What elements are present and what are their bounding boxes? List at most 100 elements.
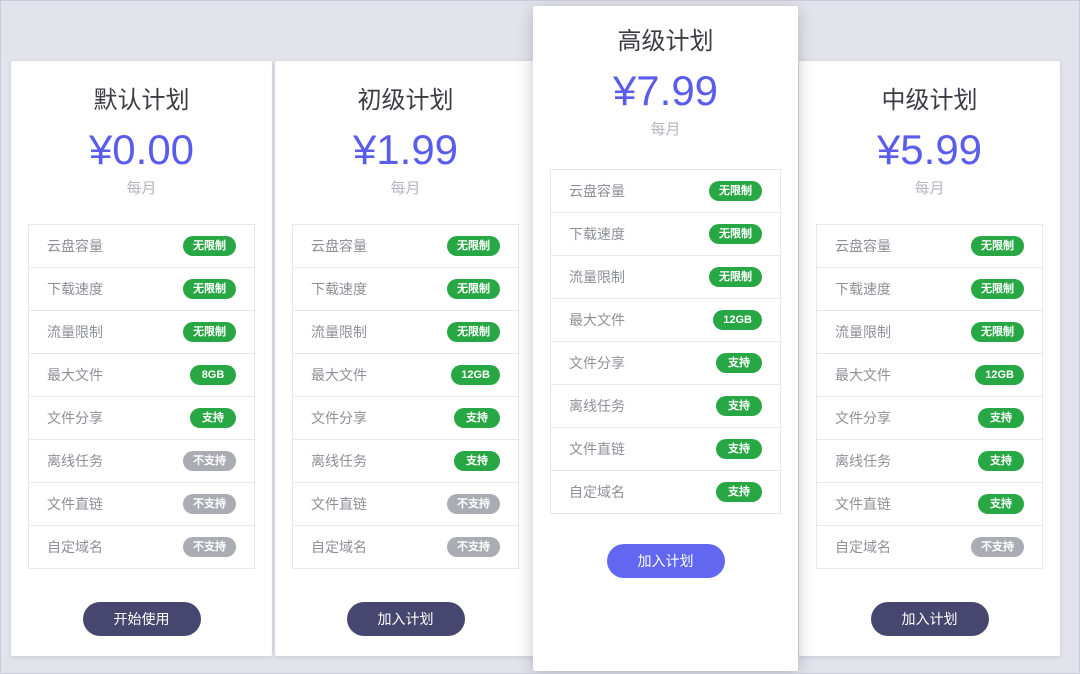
feature-row: 文件直链 支持 [551,427,780,471]
feature-label: 离线任务 [569,397,625,414]
plan-action-area: 加入计划 [275,601,536,636]
feature-badge: 无限制 [183,235,236,257]
feature-label: 文件分享 [835,409,891,426]
feature-badge: 无限制 [447,235,500,257]
feature-row: 最大文件 12GB [817,353,1042,397]
feature-label: 离线任务 [47,452,103,469]
feature-row: 下载速度 无限制 [29,267,254,311]
feature-label: 流量限制 [569,268,625,285]
feature-list: 云盘容量 无限制 下载速度 无限制 流量限制 无限制 最大文件 12GB 文件分… [816,223,1043,569]
feature-label: 下载速度 [569,225,625,242]
feature-badge: 12GB [713,309,762,331]
feature-badge: 8GB [190,364,236,386]
feature-list: 云盘容量 无限制 下载速度 无限制 流量限制 无限制 最大文件 12GB 文件分… [292,223,519,569]
feature-row: 流量限制 无限制 [293,310,518,354]
plan-card-2: 初级计划 ¥1.99 每月 云盘容量 无限制 下载速度 无限制 流量限制 无限制… [275,61,536,656]
plan-title: 高级计划 [617,28,714,55]
feature-badge: 无限制 [971,235,1024,257]
feature-badge: 支持 [454,450,500,472]
feature-row: 云盘容量 无限制 [293,224,518,268]
feature-badge: 支持 [716,395,762,417]
plan-price: ¥7.99 [612,66,719,114]
feature-label: 自定域名 [835,538,891,555]
plan-price: ¥5.99 [876,125,983,173]
feature-row: 下载速度 无限制 [551,212,780,256]
plan-title: 中级计划 [881,87,978,114]
feature-label: 下载速度 [47,280,103,297]
feature-label: 文件分享 [569,354,625,371]
plan-card-1: 默认计划 ¥0.00 每月 云盘容量 无限制 下载速度 无限制 流量限制 无限制… [11,61,272,656]
pricing-plans-page: 默认计划 ¥0.00 每月 云盘容量 无限制 下载速度 无限制 流量限制 无限制… [0,0,1080,674]
feature-label: 文件直链 [47,495,103,512]
feature-row: 流量限制 无限制 [551,255,780,299]
feature-label: 最大文件 [835,366,891,383]
feature-label: 流量限制 [47,323,103,340]
feature-badge: 无限制 [971,278,1024,300]
feature-row: 最大文件 12GB [293,353,518,397]
plan-action-area: 加入计划 [799,601,1060,636]
feature-badge: 支持 [454,407,500,429]
feature-label: 下载速度 [311,280,367,297]
plan-card-3: 高级计划 ¥7.99 每月 云盘容量 无限制 下载速度 无限制 流量限制 无限制… [533,6,798,671]
feature-badge: 无限制 [709,180,762,202]
feature-badge: 12GB [975,364,1024,386]
plan-action-button[interactable]: 加入计划 [346,601,465,636]
plan-action-button[interactable]: 开始使用 [82,601,201,636]
feature-label: 自定域名 [311,538,367,555]
feature-badge: 无限制 [447,278,500,300]
feature-row: 文件分享 支持 [293,396,518,440]
feature-label: 自定域名 [47,538,103,555]
feature-badge: 支持 [716,438,762,460]
feature-badge: 无限制 [709,223,762,245]
feature-label: 文件分享 [47,409,103,426]
plan-action-area: 加入计划 [533,543,798,578]
feature-list: 云盘容量 无限制 下载速度 无限制 流量限制 无限制 最大文件 8GB 文件分享… [28,223,255,569]
feature-label: 云盘容量 [311,237,367,254]
feature-badge: 支持 [978,407,1024,429]
feature-row: 下载速度 无限制 [817,267,1042,311]
feature-badge: 12GB [451,364,500,386]
feature-badge: 不支持 [183,536,236,558]
feature-label: 最大文件 [47,366,103,383]
feature-row: 自定域名 不支持 [293,525,518,569]
feature-label: 离线任务 [311,452,367,469]
feature-label: 下载速度 [835,280,891,297]
feature-row: 文件直链 不支持 [293,482,518,526]
feature-row: 离线任务 支持 [293,439,518,483]
plan-price: ¥0.00 [88,125,195,173]
feature-row: 下载速度 无限制 [293,267,518,311]
feature-row: 自定域名 支持 [551,470,780,514]
plan-period: 每月 [650,120,681,138]
plan-action-button[interactable]: 加入计划 [606,543,725,578]
feature-badge: 不支持 [447,493,500,515]
feature-badge: 无限制 [971,321,1024,343]
feature-label: 流量限制 [311,323,367,340]
feature-row: 离线任务 不支持 [29,439,254,483]
feature-badge: 支持 [716,352,762,374]
feature-label: 云盘容量 [47,237,103,254]
feature-label: 云盘容量 [569,182,625,199]
feature-row: 流量限制 无限制 [29,310,254,354]
feature-row: 文件直链 不支持 [29,482,254,526]
feature-badge: 支持 [978,450,1024,472]
feature-badge: 无限制 [709,266,762,288]
plan-period: 每月 [914,179,945,197]
feature-badge: 无限制 [183,278,236,300]
feature-row: 自定域名 不支持 [817,525,1042,569]
plan-period: 每月 [390,179,421,197]
plan-action-area: 开始使用 [11,601,272,636]
plan-action-button[interactable]: 加入计划 [870,601,989,636]
feature-label: 流量限制 [835,323,891,340]
feature-label: 最大文件 [569,311,625,328]
feature-row: 云盘容量 无限制 [817,224,1042,268]
feature-row: 离线任务 支持 [817,439,1042,483]
feature-badge: 不支持 [971,536,1024,558]
feature-badge: 无限制 [183,321,236,343]
feature-row: 自定域名 不支持 [29,525,254,569]
feature-label: 文件直链 [569,440,625,457]
feature-row: 离线任务 支持 [551,384,780,428]
feature-list: 云盘容量 无限制 下载速度 无限制 流量限制 无限制 最大文件 12GB 文件分… [550,168,781,514]
feature-label: 文件直链 [835,495,891,512]
feature-badge: 支持 [978,493,1024,515]
feature-label: 文件直链 [311,495,367,512]
